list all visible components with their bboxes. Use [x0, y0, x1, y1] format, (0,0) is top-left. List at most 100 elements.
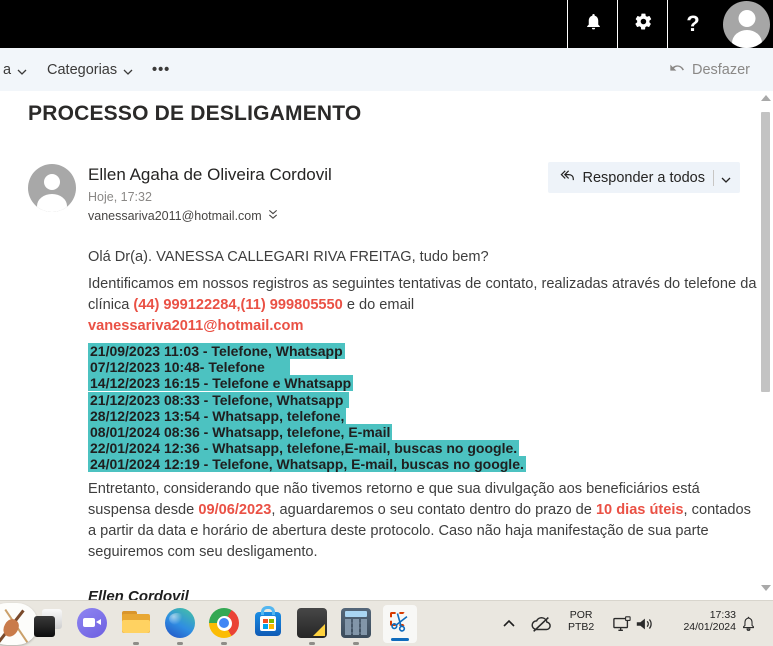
attempt-row: 07/12/2023 10:48- Telefone [88, 359, 760, 375]
file-explorer-icon[interactable] [121, 608, 151, 638]
sender-avatar[interactable] [28, 164, 76, 212]
edge-browser-icon[interactable] [165, 608, 195, 638]
onedrive-paused-icon[interactable] [530, 601, 552, 646]
scroll-down-arrow[interactable] [761, 585, 771, 591]
chevron-down-icon [123, 65, 132, 74]
volume-icon[interactable] [634, 601, 654, 646]
greeting-text: Olá Dr(a). VANESSA CALLEGARI RIVA FREITA… [88, 249, 489, 265]
contact-connector-text: e do email [343, 297, 414, 313]
chevron-down-icon [17, 65, 26, 74]
contact-email-link[interactable]: vanessariva2011@hotmail.com [88, 318, 303, 334]
attempt-row: 24/01/2024 12:19 - Telefone, Whatsapp, E… [88, 456, 760, 472]
contact-phones: (44) 999122284,(11) 999805550 [133, 297, 342, 313]
running-indicator [221, 642, 227, 645]
cloud-slash-icon [530, 614, 552, 634]
help-icon: ? [686, 11, 699, 37]
chevron-down-icon[interactable] [721, 173, 730, 182]
scrollbar-thumb[interactable] [761, 112, 770, 392]
recipient-row[interactable]: vanessariva2011@hotmail.com [88, 209, 278, 223]
network-icon[interactable] [612, 601, 632, 646]
ellipsis-icon: ••• [152, 62, 170, 78]
running-indicator [133, 642, 139, 645]
attempt-row: 22/01/2024 12:36 - Whatsapp, telefone,E-… [88, 440, 760, 456]
calc-screen-shape [345, 611, 367, 617]
reply-all-button[interactable]: Responder a todos [548, 162, 740, 193]
store-logo-quadrant [269, 619, 274, 624]
store-handle-shape [261, 606, 275, 615]
language-code: POR [568, 609, 594, 621]
contact-attempts-list: 21/09/2023 11:03 - Telefone, Whatsapp 07… [88, 343, 760, 473]
settings-button[interactable] [618, 0, 668, 48]
avatar-head-shape [738, 10, 755, 27]
attempt-row: 21/12/2023 08:33 - Telefone, Whatsapp [88, 392, 760, 408]
toolbar-item-partial[interactable]: a [3, 62, 26, 78]
attempt-row: 21/09/2023 11:03 - Telefone, Whatsapp [88, 343, 760, 359]
calculator-icon[interactable] [341, 608, 371, 638]
avatar-body-shape [732, 30, 762, 48]
chrome-center-shape [219, 618, 229, 628]
avatar-body-shape [37, 194, 67, 212]
scissors-shape [390, 611, 412, 633]
windows-taskbar: POR PTB2 17:33 24/01/2024 [0, 600, 773, 646]
clock-time: 17:33 [676, 609, 736, 621]
reading-pane: PROCESSO DE DESLIGAMENTO Ellen Agaha de … [0, 91, 773, 600]
video-chat-icon[interactable] [77, 608, 107, 638]
account-avatar[interactable] [723, 1, 770, 48]
microsoft-store-icon[interactable] [255, 612, 281, 636]
avatar-head-shape [44, 174, 60, 190]
clock-date: 24/01/2024 [676, 621, 736, 633]
help-button[interactable]: ? [668, 0, 718, 48]
notes-app-icon[interactable] [297, 608, 327, 638]
attempt-row: 08/01/2024 08:36 - Whatsapp, telefone, E… [88, 424, 760, 440]
speaker-icon [634, 615, 654, 633]
undo-label: Desfazer [692, 62, 750, 78]
scroll-up-arrow[interactable] [761, 95, 771, 101]
toolbar-partial-label: a [3, 62, 11, 78]
snipping-tool-icon[interactable] [383, 605, 417, 643]
categories-button[interactable]: Categorias [47, 62, 132, 78]
running-indicator [353, 642, 359, 645]
keyboard-layout: PTB2 [568, 621, 594, 633]
camera-lens-shape [96, 619, 101, 625]
email-body: Olá Dr(a). VANESSA CALLEGARI RIVA FREITA… [88, 247, 760, 605]
command-toolbar: a Categorias ••• Desfazer [0, 48, 773, 91]
chrome-browser-icon[interactable] [209, 608, 239, 638]
greeting-paragraph: Olá Dr(a). VANESSA CALLEGARI RIVA FREITA… [88, 247, 760, 268]
language-indicator[interactable]: POR PTB2 [564, 607, 598, 646]
categories-label: Categorias [47, 62, 117, 78]
suspension-date: 09/06/2023 [198, 502, 271, 518]
attempt-row: 28/12/2023 13:54 - Whatsapp, telefone, [88, 408, 760, 424]
clock[interactable]: 17:33 24/01/2024 [676, 607, 736, 646]
undo-icon [669, 60, 685, 80]
sender-name[interactable]: Ellen Agaha de Oliveira Cordovil [88, 165, 332, 185]
store-logo-quadrant [263, 624, 268, 629]
reply-all-label: Responder a todos [582, 170, 705, 186]
bell-icon [584, 12, 603, 36]
store-logo-quadrant [263, 619, 268, 624]
notification-center-button[interactable] [740, 601, 757, 646]
gear-icon [634, 12, 653, 36]
store-logo-quadrant [269, 624, 274, 629]
button-divider [713, 170, 714, 186]
vertical-scrollbar[interactable] [757, 91, 773, 600]
tray-expand-button[interactable] [502, 601, 516, 646]
deadline-text: 10 dias úteis [596, 502, 684, 518]
closing-mid-text: , aguardaremos o seu contato dentro do p… [271, 502, 596, 518]
running-indicator [309, 642, 315, 645]
calc-keys-shape [345, 619, 367, 635]
edge-swoosh-shape [169, 613, 185, 625]
folder-front-shape [122, 620, 150, 633]
recipient-address: vanessariva2011@hotmail.com [88, 209, 262, 223]
folded-corner-shape [313, 624, 325, 636]
double-chevron-down-icon [268, 209, 278, 223]
active-window-indicator [391, 638, 409, 641]
overlap-windows-icon[interactable] [33, 608, 63, 638]
window-front-shape [34, 616, 55, 637]
contact-paragraph: Identificamos em nossos registros as seg… [88, 274, 760, 337]
notifications-button[interactable] [568, 0, 618, 48]
more-options-button[interactable]: ••• [152, 62, 170, 78]
running-indicator [177, 642, 183, 645]
undo-button[interactable]: Desfazer [669, 60, 750, 80]
reply-all-icon [558, 167, 575, 188]
camera-shape [83, 618, 95, 627]
